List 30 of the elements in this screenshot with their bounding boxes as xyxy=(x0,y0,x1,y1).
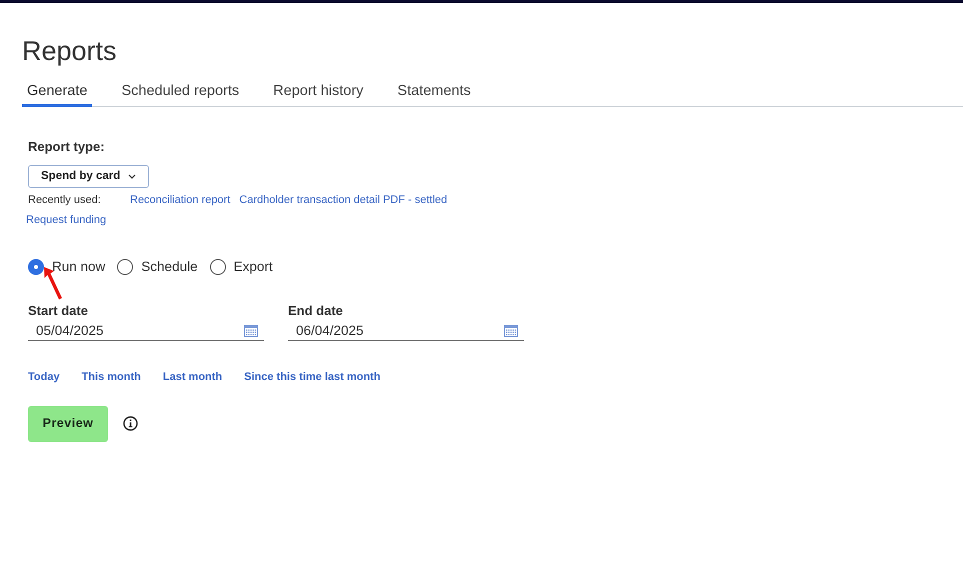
calendar-icon[interactable] xyxy=(244,324,258,338)
recently-used-label: Recently used: xyxy=(28,193,102,207)
date-range-link[interactable]: Last month xyxy=(162,369,222,386)
recent-report-link[interactable]: Reconciliation report xyxy=(130,193,230,207)
page-title: Reports xyxy=(22,36,117,66)
tab[interactable]: Scheduled reports xyxy=(116,82,244,107)
date-label: Start date xyxy=(28,303,88,320)
radio-label: Run now xyxy=(52,258,106,276)
radio-button[interactable] xyxy=(28,259,44,276)
radio-label: Schedule xyxy=(141,258,198,276)
tab[interactable]: Report history xyxy=(268,82,368,107)
report-type-label: Report type: xyxy=(28,138,105,156)
radio-button[interactable] xyxy=(210,259,226,276)
tab[interactable]: Statements xyxy=(392,82,476,107)
recent-report-link[interactable]: Cardholder transaction detail PDF - settled xyxy=(239,193,448,207)
radio-button[interactable] xyxy=(117,259,134,276)
calendar-icon[interactable] xyxy=(504,324,518,338)
preview-button[interactable]: Preview xyxy=(28,406,108,442)
info-icon[interactable] xyxy=(123,416,138,432)
request-funding-link[interactable]: Request funding xyxy=(26,213,106,227)
report-type-dropdown[interactable]: Spend by card xyxy=(28,165,150,188)
chevron-down-icon xyxy=(128,174,136,179)
tab[interactable]: Generate xyxy=(22,82,92,107)
radio-label: Export xyxy=(234,258,273,276)
date-range-link[interactable]: Since this time last month xyxy=(244,369,380,386)
date-range-link[interactable]: Today xyxy=(28,369,60,386)
date-field[interactable]: 06/04/2025 xyxy=(288,321,524,342)
date-range-link[interactable]: This month xyxy=(82,369,141,386)
date-field[interactable]: 05/04/2025 xyxy=(28,321,264,342)
date-label: End date xyxy=(288,303,343,320)
